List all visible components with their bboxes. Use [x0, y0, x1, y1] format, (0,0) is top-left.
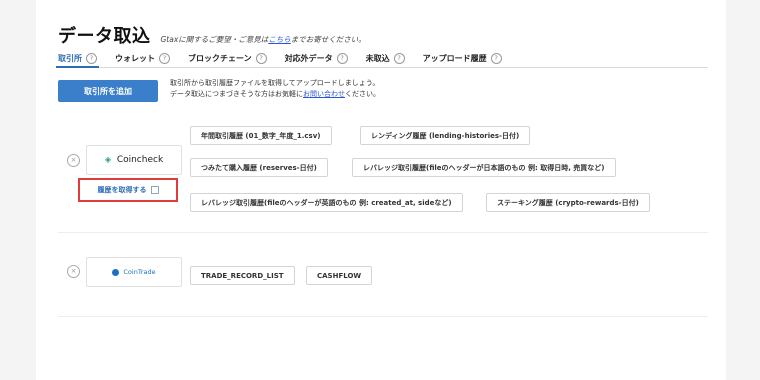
help-icon[interactable]: ? — [159, 52, 170, 64]
help-icon[interactable]: ? — [86, 52, 97, 64]
intro-line-2: データ取込につまづきそうな方はお気軽にお問い合わせください。 — [170, 89, 380, 100]
tab-upload-history[interactable]: アップロード履歴? — [423, 49, 502, 67]
exchange-name: CoinTrade — [123, 268, 156, 276]
file-type-button[interactable]: レンディング履歴 (lending-histories-日付) — [360, 126, 531, 145]
exchange-name: Coincheck — [116, 155, 164, 165]
tab-blockchain[interactable]: ブロックチェーン? — [188, 49, 267, 67]
file-type-button[interactable]: ステーキング履歴 (crypto-rewards-日付) — [486, 193, 650, 212]
help-icon[interactable]: ? — [336, 52, 348, 64]
get-history-label: 履歴を取得する — [97, 186, 147, 194]
tab-bar: 取引所? ウォレット? ブロックチェーン? 対応外データ? 未取込? アップロー… — [56, 49, 708, 68]
cointrade-logo: CoinTrade — [86, 257, 182, 287]
help-icon[interactable]: ? — [490, 52, 502, 64]
file-type-button[interactable]: TRADE_RECORD_LIST — [190, 266, 295, 285]
tab-not-imported[interactable]: 未取込? — [366, 49, 405, 67]
help-icon[interactable]: ? — [393, 52, 405, 64]
tab-label: ウォレット — [115, 53, 155, 63]
tab-label: アップロード履歴 — [422, 53, 487, 63]
help-icon[interactable]: ? — [255, 52, 267, 64]
subtitle-text: Gtaxに関するご要望・ご意見は — [160, 35, 269, 44]
feedback-link[interactable]: こちら — [268, 35, 291, 44]
page-subtitle: Gtaxに関するご要望・ご意見はこちらまでお寄せください。 — [161, 34, 366, 45]
page-header: データ取込 Gtaxに関するご要望・ご意見はこちらまでお寄せください。 — [58, 22, 366, 48]
contact-link[interactable]: お問い合わせ — [303, 90, 345, 98]
coincheck-mark-icon: ◈ — [104, 155, 111, 164]
coincheck-logo: ◈ Coincheck — [86, 145, 182, 175]
file-type-button[interactable]: CASHFLOW — [306, 266, 373, 285]
tab-label: 取引所 — [58, 53, 82, 63]
tab-wallet[interactable]: ウォレット? — [115, 49, 170, 67]
remove-exchange-button[interactable]: × — [67, 154, 80, 167]
copy-icon — [150, 186, 159, 194]
row-divider — [58, 316, 708, 317]
add-exchange-button[interactable]: 取引所を追加 — [58, 80, 158, 102]
tab-label: ブロックチェーン — [188, 53, 252, 63]
tab-exchange[interactable]: 取引所? — [56, 49, 99, 68]
intro-line-2-text: データ取込につまづきそうな方はお気軽に — [170, 90, 303, 98]
subtitle-text-end: までお寄せください。 — [290, 35, 366, 44]
page-title: データ取込 — [58, 26, 151, 47]
intro-line-1: 取引所から取引履歴ファイルを取得してアップロードしましょう。 — [170, 79, 380, 87]
tab-label: 対応外データ — [284, 53, 333, 63]
file-type-button[interactable]: 年間取引履歴 (01_数字_年度_1.csv) — [190, 126, 332, 145]
file-type-button[interactable]: つみたて購入履歴 (reserves-日付) — [190, 158, 328, 177]
tab-label: 未取込 — [365, 53, 390, 63]
intro-line-2-end: ください。 — [345, 90, 380, 98]
file-type-button[interactable]: レバレッジ取引履歴(fileのヘッダーが日本語のもの 例: 取得日時, 売買など… — [352, 158, 616, 177]
tab-unsupported-data[interactable]: 対応外データ? — [285, 49, 348, 67]
get-history-button[interactable]: 履歴を取得する — [78, 178, 178, 202]
remove-exchange-button[interactable]: × — [67, 265, 80, 278]
cointrade-mark-icon — [112, 268, 120, 276]
intro-text: 取引所から取引履歴ファイルを取得してアップロードしましょう。 データ取込につまづ… — [170, 78, 380, 100]
file-type-button[interactable]: レバレッジ取引履歴(fileのヘッダーが英語のもの 例: created_at,… — [190, 193, 463, 212]
row-divider — [58, 232, 708, 233]
